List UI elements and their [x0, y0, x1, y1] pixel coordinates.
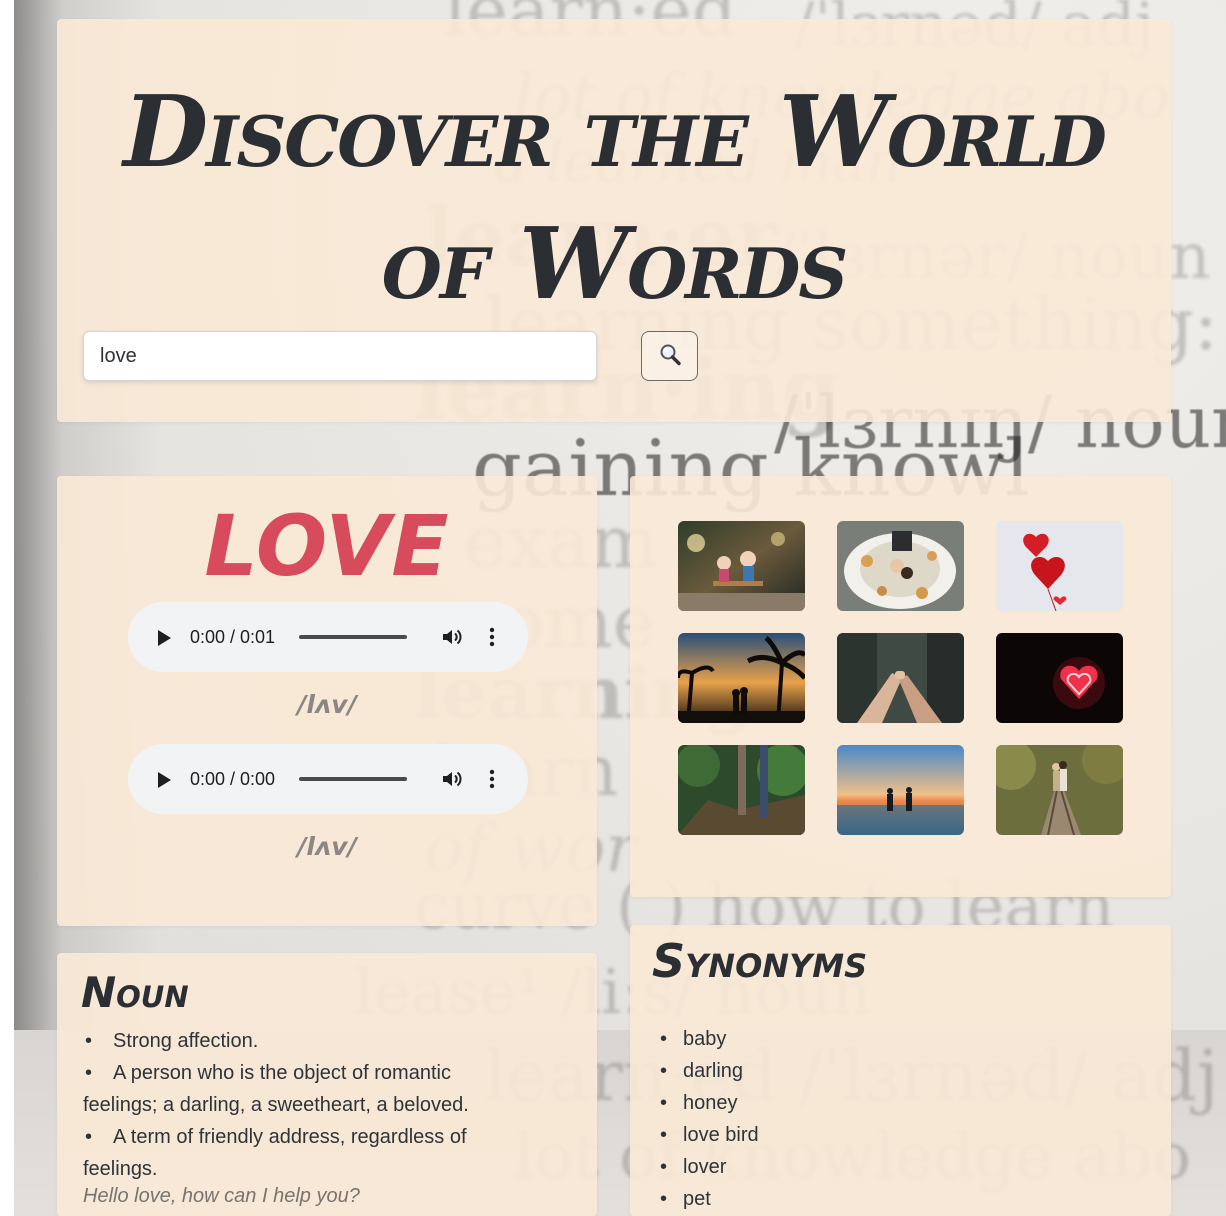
- audio-progress-track[interactable]: [299, 635, 407, 639]
- usage-example: Hello love, how can I help you?: [83, 1185, 360, 1207]
- definition-item: • Strong affection.: [85, 1030, 259, 1052]
- headword: LOVE: [204, 497, 450, 595]
- synonym-item: • honey: [660, 1092, 738, 1114]
- audio-player[interactable]: 0:00 / 0:01: [128, 602, 528, 672]
- definition-item: • A person who is the object of romantic …: [83, 1062, 469, 1116]
- phonetic-text: /lʌv/: [297, 832, 357, 861]
- search-input[interactable]: [83, 331, 597, 381]
- volume-icon[interactable]: [440, 625, 464, 649]
- synonyms-list: • baby • darling • honey • love bird • lover …: [660, 1023, 759, 1215]
- volume-icon[interactable]: [440, 767, 464, 791]
- definition-item: • A term of friendly address, regardless …: [83, 1126, 467, 1180]
- more-options-icon[interactable]: [484, 626, 500, 648]
- synonym-item: • darling: [660, 1060, 744, 1082]
- image-thumbnail[interactable]: [837, 521, 964, 611]
- image-gallery: [630, 476, 1171, 897]
- image-thumbnail[interactable]: [678, 633, 805, 723]
- image-thumbnail[interactable]: [996, 521, 1123, 611]
- synonyms-heading: Synonyms: [652, 934, 868, 988]
- search-button[interactable]: [641, 331, 698, 381]
- phonetic-text: /lʌv/: [297, 690, 357, 719]
- page-title: Discover the World of Words: [123, 75, 1107, 322]
- definition-list: • Strong affection. • A person who is the …: [83, 1025, 523, 1185]
- definition-card: Noun • Strong affection. • A person who is…: [57, 953, 597, 1216]
- synonym-item: • love bird: [660, 1124, 759, 1146]
- synonym-item: • lover: [660, 1156, 727, 1178]
- image-thumbnail[interactable]: [837, 633, 964, 723]
- hero-header: Discover the World of Words: [57, 19, 1171, 422]
- image-thumbnail[interactable]: [837, 745, 964, 835]
- image-thumbnail[interactable]: [678, 745, 805, 835]
- image-thumbnail[interactable]: [996, 745, 1123, 835]
- more-options-icon[interactable]: [484, 768, 500, 790]
- word-card: LOVE 0:00 / 0:01 /lʌv/ 0:00 / 0:00 /lʌv/: [57, 476, 597, 926]
- synonym-item: • pet: [660, 1188, 711, 1210]
- image-thumbnail[interactable]: [996, 633, 1123, 723]
- audio-time: 0:00 / 0:01: [190, 627, 276, 647]
- audio-time: 0:00 / 0:00: [190, 769, 276, 789]
- part-of-speech-heading: Noun: [81, 968, 189, 1017]
- audio-progress-track[interactable]: [299, 777, 407, 781]
- play-icon[interactable]: [158, 630, 171, 646]
- magnifier-icon: [657, 342, 683, 371]
- synonym-item: • baby: [660, 1028, 727, 1050]
- audio-player[interactable]: 0:00 / 0:00: [128, 744, 528, 814]
- synonyms-card: Synonyms • baby • darling • honey • love bir…: [630, 925, 1171, 1216]
- play-icon[interactable]: [158, 772, 171, 788]
- image-thumbnail[interactable]: [678, 521, 805, 611]
